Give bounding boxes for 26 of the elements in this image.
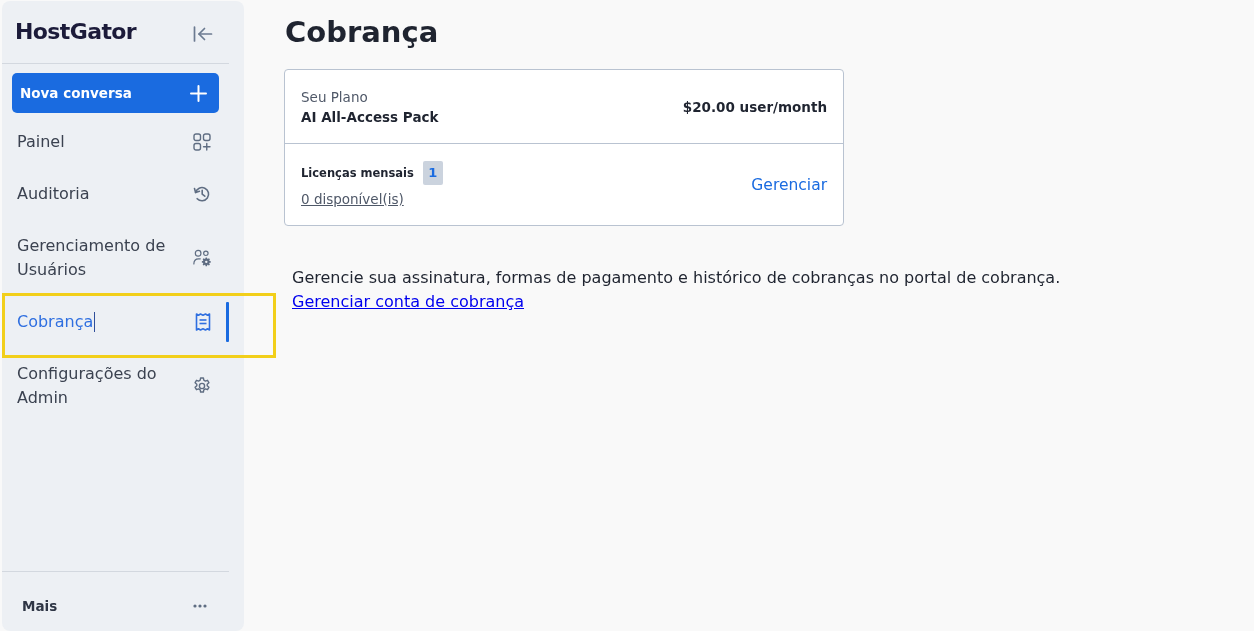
sidebar-item[interactable]: Painel [2,116,229,168]
manage-link[interactable]: Gerenciar [751,175,827,194]
more-menu[interactable]: Mais [2,597,229,614]
available-licenses-link[interactable]: 0 disponível(is) [301,188,404,209]
sidebar-item[interactable]: Gerenciamento de Usuários [2,220,229,296]
logo: HostGator [15,18,137,44]
history-icon [193,185,211,203]
sidebar-item[interactable]: Configurações do Admin [2,348,229,424]
page-title: Cobrança [285,14,440,50]
grid-plus-icon [193,133,211,151]
plan-label: Seu Plano [301,87,368,107]
users-gear-icon [193,248,211,268]
new-chat-button[interactable]: Nova conversa [12,73,219,113]
plan-name: AI All-Access Pack [301,107,439,127]
licenses-label: Licenças mensais [301,165,414,180]
receipt-icon [195,313,211,331]
collapse-sidebar-icon[interactable] [193,26,213,42]
active-indicator [226,302,229,342]
sidebar-item[interactable]: Auditoria [2,168,229,220]
plus-icon [190,84,207,102]
billing-note: Gerencie sua assinatura, formas de pagamento e histórico de cobranças no portal de cobrança. Gerenciar conta de cobrança [292,267,1062,313]
settings-icon [193,377,211,395]
license-count-badge: 1 [422,160,443,185]
more-icon [193,603,207,608]
plan-price: $20.00 user/month [682,97,827,117]
billing-account-link[interactable]: Gerenciar conta de cobrança [292,292,524,311]
